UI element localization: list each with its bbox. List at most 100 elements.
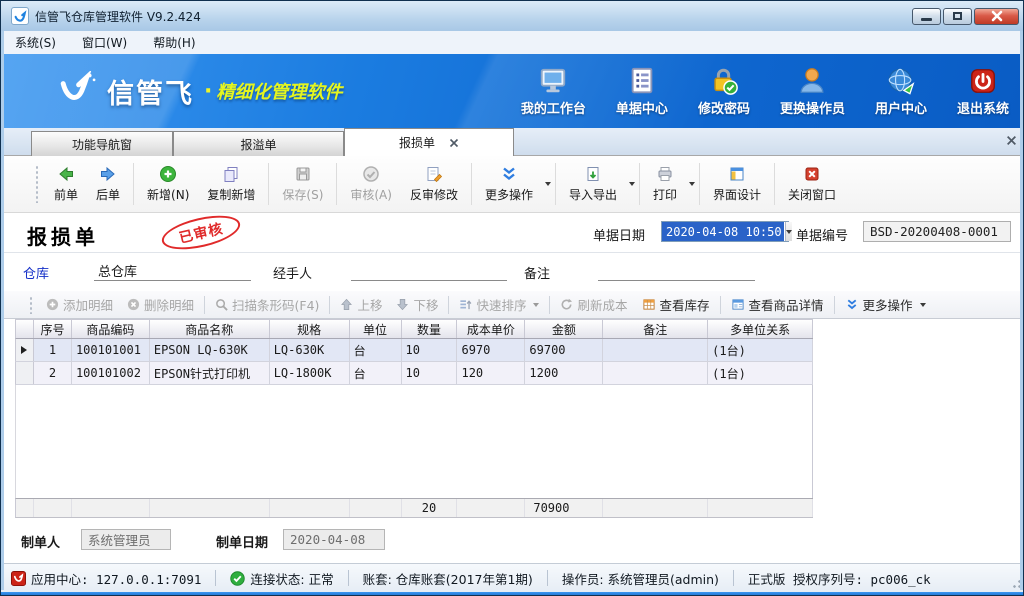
cell-multi-unit: (1台): [708, 362, 813, 384]
minimize-button[interactable]: [912, 8, 941, 25]
grid-more-dropdown-arrow-icon: [920, 303, 926, 307]
move-down-button[interactable]: 下移: [389, 292, 445, 317]
more-operations-button[interactable]: 更多操作: [476, 161, 542, 207]
user-center-button[interactable]: 用户中心: [875, 66, 927, 117]
handler-field[interactable]: [351, 261, 507, 281]
warehouse-value: 总仓库: [98, 265, 137, 280]
add-detail-button[interactable]: 添加明细: [39, 292, 120, 317]
next-doc-button[interactable]: 后单: [87, 161, 129, 207]
menu-help[interactable]: 帮助(H): [153, 34, 195, 51]
quick-sort-button[interactable]: 快速排序: [452, 292, 546, 317]
ui-design-label: 界面设计: [713, 186, 761, 203]
grid-header-qty[interactable]: 数量: [402, 320, 458, 338]
print-label: 打印: [653, 186, 677, 203]
arrow-down-icon: [396, 298, 409, 311]
view-product-detail-button[interactable]: 查看商品详情: [724, 292, 831, 317]
double-chevron-down-icon: [845, 298, 859, 311]
prev-doc-label: 前单: [54, 186, 78, 203]
cell-no: 2: [34, 362, 72, 384]
change-password-button[interactable]: 修改密码: [698, 66, 750, 117]
account-status: 账套: 仓库账套(2017年第1期): [363, 569, 533, 588]
doc-date-combo[interactable]: 2020-04-08 10:50: [661, 221, 789, 242]
grid-header-name[interactable]: 商品名称: [150, 320, 270, 338]
operator-status: 操作员: 系统管理员(admin): [562, 569, 719, 588]
toolbar-separator: [268, 163, 269, 205]
ui-design-button[interactable]: 界面设计: [704, 161, 770, 207]
prev-doc-button[interactable]: 前单: [45, 161, 87, 207]
print-button[interactable]: 打印: [644, 161, 686, 207]
user-center-label: 用户中心: [875, 98, 927, 117]
menu-window[interactable]: 窗口(W): [82, 34, 127, 51]
cell-unit: 台: [350, 362, 402, 384]
printer-icon: [656, 165, 674, 183]
view-stock-button[interactable]: 查看库存: [635, 292, 717, 317]
minimize-icon: [921, 18, 932, 21]
table-row[interactable]: 2 100101002 EPSON针式打印机 LQ-1800K 台 10 120…: [15, 362, 813, 385]
banner-actions: 我的工作台 单据中心 修改密码: [521, 66, 1009, 117]
print-dropdown-arrow-icon[interactable]: [689, 182, 695, 186]
audit-check-icon: [362, 165, 380, 183]
x-circle-icon: [127, 298, 140, 311]
grid-empty-area: [15, 385, 813, 498]
grid-totals-row: 20 70900: [15, 498, 813, 518]
import-export-dropdown-arrow-icon[interactable]: [629, 182, 635, 186]
grid-header-multi-unit[interactable]: 多单位关系: [708, 320, 813, 338]
doc-no-value: BSD-20200408-0001: [870, 224, 998, 239]
close-icon: [991, 10, 1003, 22]
quick-sort-label: 快速排序: [476, 295, 526, 314]
cell-price: 6970: [457, 339, 525, 361]
grid-header-price[interactable]: 成本单价: [457, 320, 525, 338]
exit-system-button[interactable]: 退出系统: [957, 66, 1009, 117]
tab-nav-window[interactable]: 功能导航窗: [31, 131, 173, 156]
import-export-button[interactable]: 导入导出: [560, 161, 626, 207]
tab-overflow-doc[interactable]: 报溢单: [173, 131, 344, 156]
save-label: 保存(S): [282, 186, 323, 203]
window-bottom-edge: [1, 592, 1024, 596]
close-button[interactable]: [974, 8, 1019, 25]
tab-close-icon[interactable]: [449, 138, 459, 148]
magnifier-icon: [215, 298, 228, 311]
refresh-cost-button[interactable]: 刷新成本: [553, 292, 634, 317]
grid-toolbar-grip: [29, 296, 33, 314]
table-row[interactable]: 1 100101001 EPSON LQ-630K LQ-630K 台 10 6…: [15, 339, 813, 362]
save-button[interactable]: 保存(S): [273, 161, 332, 207]
audit-button[interactable]: 审核(A): [341, 161, 401, 207]
grid-header-code[interactable]: 商品编码: [72, 320, 150, 338]
make-date-value: 2020-04-08: [290, 532, 365, 547]
grid-header-unit[interactable]: 单位: [350, 320, 402, 338]
brand-logo-icon: [57, 71, 99, 111]
edit-doc-icon: [425, 165, 443, 183]
copy-new-button[interactable]: 复制新增: [198, 161, 264, 207]
workbench-button[interactable]: 我的工作台: [521, 66, 586, 117]
doc-date-dropdown-button[interactable]: [785, 222, 792, 241]
grid-header-no[interactable]: 序号: [34, 320, 72, 338]
maker-field: 系统管理员: [81, 529, 171, 550]
unaudit-button[interactable]: 反审修改: [401, 161, 467, 207]
scan-barcode-button[interactable]: 扫描条形码(F4): [208, 292, 326, 317]
maximize-button[interactable]: [943, 8, 972, 25]
switch-operator-button[interactable]: 更换操作员: [780, 66, 845, 117]
copy-new-label: 复制新增: [207, 186, 255, 203]
doc-center-button[interactable]: 单据中心: [616, 66, 668, 117]
window-right-edge: [1020, 31, 1023, 590]
add-new-button[interactable]: 新增(N): [138, 161, 198, 207]
row-indicator-icon: [21, 346, 27, 354]
close-window-button[interactable]: 关闭窗口: [779, 161, 845, 207]
view-product-detail-label: 查看商品详情: [749, 295, 824, 314]
grid-toolbar-separator: [549, 296, 550, 314]
warehouse-field[interactable]: 总仓库: [94, 261, 251, 281]
delete-detail-button[interactable]: 删除明细: [120, 292, 201, 317]
cell-name: EPSON LQ-630K: [150, 339, 270, 361]
tab-loss-doc[interactable]: 报损单: [344, 128, 514, 156]
move-up-button[interactable]: 上移: [333, 292, 389, 317]
layout-design-icon: [728, 165, 746, 183]
scan-barcode-label: 扫描条形码(F4): [232, 295, 319, 314]
menu-system[interactable]: 系统(S): [15, 34, 56, 51]
remark-field[interactable]: [598, 261, 755, 281]
grid-header-remark[interactable]: 备注: [603, 320, 708, 338]
grid-header-spec[interactable]: 规格: [270, 320, 350, 338]
more-operations-dropdown-arrow-icon[interactable]: [545, 182, 551, 186]
grid-more-operations-button[interactable]: 更多操作: [838, 292, 933, 317]
grid-header-amount[interactable]: 金额: [525, 320, 603, 338]
tabbar-close-icon[interactable]: [1006, 135, 1017, 146]
